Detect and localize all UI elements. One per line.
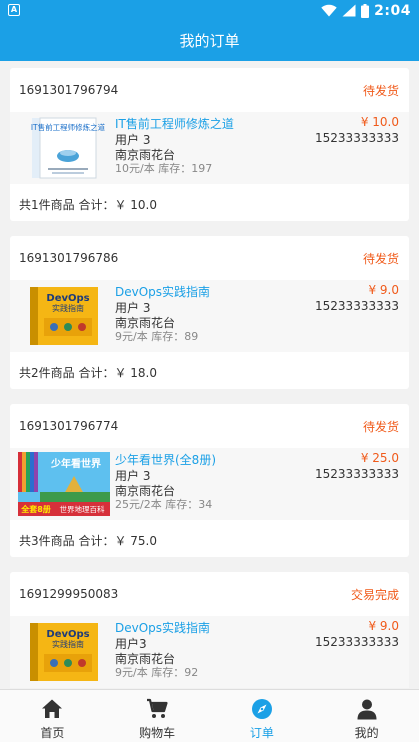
book-price: ¥ 10.0 — [360, 115, 399, 129]
page-title: 我的订单 — [179, 32, 240, 50]
order-total: 共1件商品 合计：￥ 10.0 — [19, 198, 157, 212]
order-status: 待发货 — [362, 252, 399, 266]
book-name[interactable]: DevOps实践指南 — [115, 283, 210, 300]
order-number: 1691301796774 — [19, 419, 119, 433]
price-stock: 9元/本 库存：89 — [115, 330, 199, 343]
order-header: 1691299950083 交易完成 — [10, 572, 409, 616]
bottom-tab-bar: 首页 购物车 订单 我的 — [0, 689, 419, 742]
compass-icon — [251, 699, 272, 719]
book-cover-image: IT售前工程师修炼之道 — [20, 116, 108, 180]
order-item[interactable]: DevOps 实践指南 DevOps实践指南 ¥ 9.0 用户 3 152333… — [10, 280, 409, 352]
book-cover-subtitle: 实践指南 — [52, 303, 84, 313]
order-status: 待发货 — [362, 420, 399, 434]
order-item[interactable]: 少年看世界 全套8册 世界地理百科 少年看世界(全8册) ¥ 25.0 用户 3… — [10, 448, 409, 520]
price-stock: 10元/本 库存：197 — [115, 162, 213, 175]
order-card[interactable]: 1691301796786 待发货 DevOps 实践指南 DevOps实践指南… — [10, 236, 409, 389]
order-total: 共3件商品 合计：￥ 75.0 — [19, 534, 157, 548]
order-number: 1691299950083 — [19, 587, 119, 601]
book-price: ¥ 9.0 — [368, 619, 399, 633]
tab-label: 订单 — [249, 726, 274, 740]
order-status: 待发货 — [362, 84, 399, 98]
app-bar: 我的订单 — [0, 21, 419, 61]
order-item[interactable]: DevOps 实践指南 DevOps实践指南 ¥ 9.0 用户3 1523333… — [10, 616, 409, 688]
order-item[interactable]: IT售前工程师修炼之道 IT售前工程师修炼之道 ¥ 10.0 用户 3 1523… — [10, 112, 409, 184]
price-stock: 9元/本 库存：92 — [115, 666, 199, 679]
order-header: 1691301796774 待发货 — [10, 404, 409, 448]
book-name[interactable]: IT售前工程师修炼之道 — [115, 115, 234, 132]
tab-home[interactable]: 首页 — [0, 690, 105, 742]
price-stock: 25元/2本 库存：34 — [115, 498, 213, 511]
tab-profile[interactable]: 我的 — [314, 690, 419, 742]
book-cover-title: DevOps — [46, 629, 89, 640]
tab-label: 我的 — [354, 726, 379, 740]
order-card[interactable]: 1691299950083 交易完成 DevOps 实践指南 DevOps实践指… — [10, 572, 409, 688]
book-name[interactable]: DevOps实践指南 — [115, 619, 210, 636]
status-bar: A 2:04 — [0, 0, 419, 21]
order-header: 1691301796786 待发货 — [10, 236, 409, 280]
book-cover-image: DevOps 实践指南 — [20, 284, 108, 348]
signal-icon — [342, 4, 356, 17]
order-footer: 共1件商品 合计：￥ 10.0 — [10, 184, 409, 221]
phone-number: 15233333333 — [315, 131, 399, 145]
book-cover-title: DevOps — [46, 293, 89, 304]
cart-icon — [147, 698, 168, 718]
order-header: 1691301796794 待发货 — [10, 68, 409, 112]
book-cover-badge: 全套8册 — [20, 504, 51, 514]
book-cover-subtitle: 实践指南 — [52, 639, 84, 649]
order-list[interactable]: 1691301796794 待发货 IT售前工程师修炼之道 IT售前工程师修炼之… — [0, 61, 419, 689]
book-cover-subtitle: 世界地理百科 — [60, 504, 105, 514]
phone-number: 15233333333 — [315, 635, 399, 649]
person-icon — [357, 699, 377, 720]
book-price: ¥ 25.0 — [360, 451, 399, 465]
order-number: 1691301796786 — [19, 251, 119, 265]
book-cover-title: 少年看世界 — [50, 457, 101, 470]
order-number: 1691301796794 — [19, 83, 119, 97]
battery-icon — [361, 3, 370, 18]
wifi-icon — [321, 4, 337, 17]
order-footer: 共2件商品 合计：￥ 18.0 — [10, 352, 409, 389]
tab-label: 购物车 — [139, 726, 176, 740]
book-cover-image: DevOps 实践指南 — [20, 620, 108, 684]
book-price: ¥ 9.0 — [368, 283, 399, 297]
order-status: 交易完成 — [350, 588, 399, 602]
tab-label: 首页 — [40, 726, 65, 740]
book-name[interactable]: 少年看世界(全8册) — [115, 451, 216, 468]
order-footer: 共3件商品 合计：￥ 75.0 — [10, 520, 409, 557]
app-notification-icon: A — [8, 4, 20, 16]
book-cover-image: 少年看世界 全套8册 世界地理百科 — [18, 452, 110, 516]
book-cover-text: IT售前工程师修炼之道 — [31, 122, 106, 132]
phone-number: 15233333333 — [315, 467, 399, 481]
order-card[interactable]: 1691301796794 待发货 IT售前工程师修炼之道 IT售前工程师修炼之… — [10, 68, 409, 221]
order-total: 共2件商品 合计：￥ 18.0 — [19, 366, 157, 380]
phone-number: 15233333333 — [315, 299, 399, 313]
tab-orders[interactable]: 订单 — [210, 690, 315, 742]
order-card[interactable]: 1691301796774 待发货 少年看世界 全套8册 世界地理百科 少年看世… — [10, 404, 409, 557]
clock: 2:04 — [374, 2, 411, 19]
tab-cart[interactable]: 购物车 — [105, 690, 210, 742]
home-icon — [42, 699, 63, 718]
